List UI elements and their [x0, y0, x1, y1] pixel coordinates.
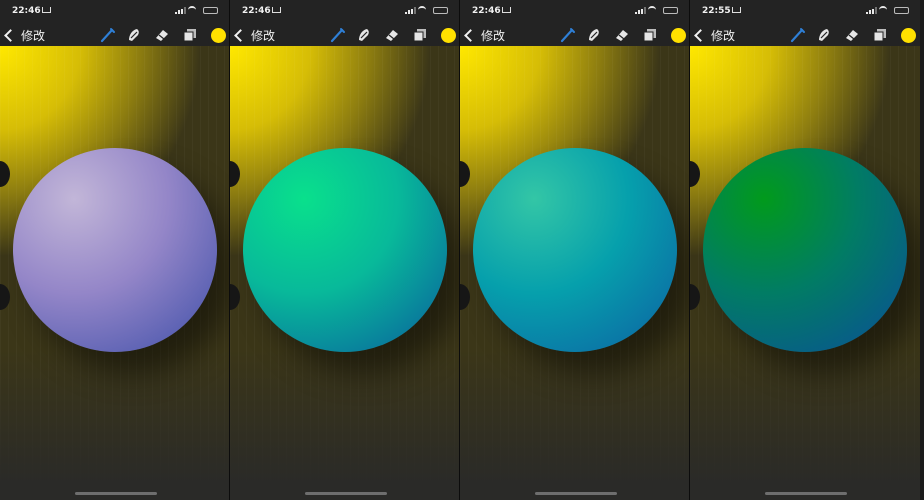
brush-icon[interactable]	[560, 27, 576, 43]
home-indicator	[305, 492, 387, 495]
brush-icon[interactable]	[790, 27, 806, 43]
status-time: 22:55	[702, 6, 731, 16]
back-label: 修改	[711, 28, 736, 43]
brush-icon[interactable]	[100, 27, 116, 43]
wifi-icon	[879, 6, 887, 14]
app-screen: 22:46 修改	[230, 0, 460, 500]
screenshot-strip: 22:46 修改 22:46 修改 22:46 修改 22:55 修改	[0, 0, 924, 500]
status-bar: 22:46	[230, 0, 459, 24]
eraser-icon[interactable]	[154, 27, 170, 43]
status-time: 22:46	[242, 6, 271, 16]
painted-sphere	[703, 148, 907, 352]
drawing-canvas[interactable]	[0, 46, 229, 500]
cellular-signal-icon	[175, 7, 186, 14]
layers-icon[interactable]	[412, 27, 428, 43]
status-bar: 22:55	[690, 0, 920, 24]
painted-sphere	[473, 148, 677, 352]
status-time: 22:46	[472, 6, 501, 16]
top-toolbar: 修改	[690, 24, 920, 46]
app-screen: 22:46 修改	[0, 0, 230, 500]
layers-icon[interactable]	[642, 27, 658, 43]
battery-icon	[663, 7, 678, 14]
color-swatch-button[interactable]	[671, 28, 686, 43]
back-label: 修改	[481, 28, 506, 43]
back-button[interactable]: 修改	[234, 26, 276, 44]
smudge-icon[interactable]	[586, 27, 602, 43]
sleep-focus-icon	[732, 7, 741, 13]
drawing-canvas[interactable]	[230, 46, 459, 500]
eraser-icon[interactable]	[384, 27, 400, 43]
drawing-canvas[interactable]	[690, 46, 920, 500]
chevron-left-icon	[4, 28, 17, 42]
layers-icon[interactable]	[182, 27, 198, 43]
color-swatch-button[interactable]	[441, 28, 456, 43]
wifi-icon	[418, 6, 426, 14]
eraser-icon[interactable]	[844, 27, 860, 43]
smudge-icon[interactable]	[356, 27, 372, 43]
top-toolbar: 修改	[460, 24, 689, 46]
battery-icon	[894, 7, 909, 14]
top-toolbar: 修改	[0, 24, 229, 46]
chevron-left-icon	[234, 28, 247, 42]
back-button[interactable]: 修改	[4, 26, 46, 44]
brush-icon[interactable]	[330, 27, 346, 43]
back-label: 修改	[251, 28, 276, 43]
status-bar: 22:46	[460, 0, 689, 24]
cellular-signal-icon	[866, 7, 877, 14]
color-swatch-button[interactable]	[211, 28, 226, 43]
home-indicator	[535, 492, 617, 495]
drawing-canvas[interactable]	[460, 46, 689, 500]
cellular-signal-icon	[635, 7, 646, 14]
painted-sphere	[243, 148, 447, 352]
top-toolbar: 修改	[230, 24, 459, 46]
smudge-icon[interactable]	[816, 27, 832, 43]
back-button[interactable]: 修改	[464, 26, 506, 44]
status-time: 22:46	[12, 6, 41, 16]
cellular-signal-icon	[405, 7, 416, 14]
battery-icon	[433, 7, 448, 14]
layers-icon[interactable]	[872, 27, 888, 43]
app-screen: 22:55 修改	[690, 0, 920, 500]
wifi-icon	[188, 6, 196, 14]
smudge-icon[interactable]	[126, 27, 142, 43]
back-button[interactable]: 修改	[694, 26, 736, 44]
sleep-focus-icon	[272, 7, 281, 13]
status-bar: 22:46	[0, 0, 229, 24]
eraser-icon[interactable]	[614, 27, 630, 43]
color-swatch-button[interactable]	[901, 28, 916, 43]
app-screen: 22:46 修改	[460, 0, 690, 500]
sleep-focus-icon	[502, 7, 511, 13]
chevron-left-icon	[694, 28, 707, 42]
wifi-icon	[648, 6, 656, 14]
home-indicator	[765, 492, 847, 495]
battery-icon	[203, 7, 218, 14]
home-indicator	[75, 492, 157, 495]
painted-sphere	[13, 148, 217, 352]
back-label: 修改	[21, 28, 46, 43]
sleep-focus-icon	[42, 7, 51, 13]
chevron-left-icon	[464, 28, 477, 42]
